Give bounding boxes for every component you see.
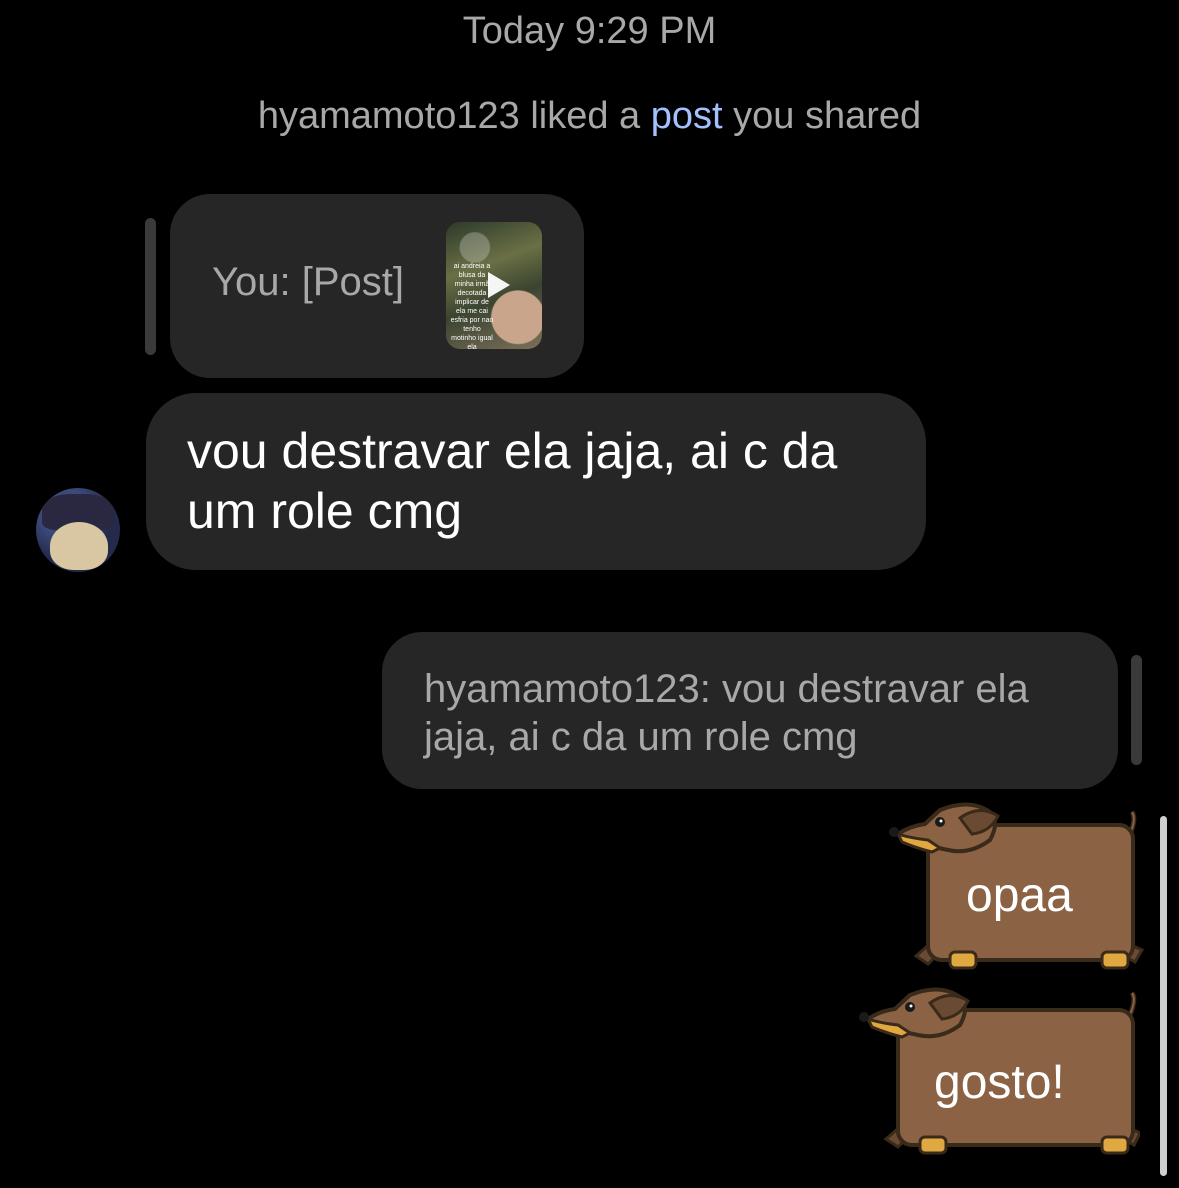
reply-quote-bubble[interactable]: hyamamoto123: vou destravar ela jaja, ai… <box>382 632 1118 789</box>
incoming-message-text: vou destravar ela jaja, ai c da um role … <box>187 423 838 539</box>
post-thumbnail[interactable]: ai andreia a blusa da minha irmã decotad… <box>446 222 542 349</box>
reply-indicator-bar <box>145 218 156 355</box>
like-activity-notice: hyamamoto123 liked a post you shared <box>0 95 1179 138</box>
quoted-post-label: You: [Post] <box>212 260 404 304</box>
dog-sticker-bubble[interactable]: gosto! <box>850 985 1140 1165</box>
incoming-message-bubble[interactable]: vou destravar ela jaja, ai c da um role … <box>146 393 926 570</box>
dog-sticker-bubble[interactable]: opaa <box>880 800 1170 980</box>
reply-indicator-bar <box>1131 655 1142 765</box>
outgoing-message-text: gosto! <box>934 1056 1065 1109</box>
outgoing-message-text: opaa <box>966 869 1073 922</box>
conversation-timestamp: Today 9:29 PM <box>462 10 717 52</box>
scrollbar[interactable] <box>1160 816 1167 1176</box>
post-link[interactable]: post <box>651 95 723 137</box>
avatar-face <box>50 522 108 570</box>
quoted-post-bubble[interactable]: You: [Post] ai andreia a blusa da minha … <box>170 194 584 378</box>
reply-quote-text: hyamamoto123: vou destravar ela jaja, ai… <box>424 667 1029 759</box>
activity-suffix: you shared <box>722 95 922 137</box>
activity-prefix: hyamamoto123 liked a <box>257 95 651 137</box>
play-icon <box>488 272 510 298</box>
avatar[interactable] <box>36 488 120 572</box>
